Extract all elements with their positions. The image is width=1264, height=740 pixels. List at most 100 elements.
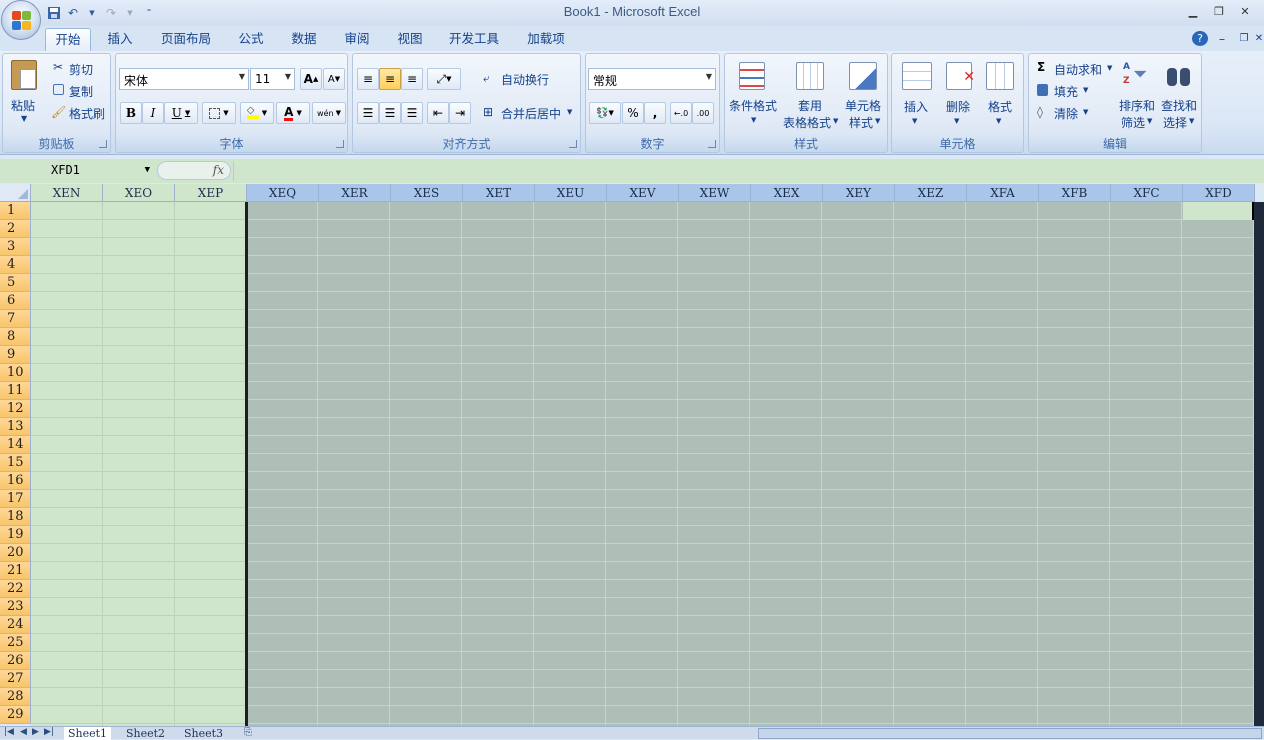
select-all-button[interactable] [0, 184, 31, 202]
conditional-format-button[interactable]: 条件格式 [729, 97, 777, 114]
vertical-scrollbar[interactable] [1254, 202, 1264, 726]
ribbon-restore-icon[interactable]: ❐ [1236, 28, 1252, 51]
row-header-12[interactable]: 12 [0, 400, 31, 418]
help-icon[interactable]: ? [1192, 31, 1208, 46]
dropdown-icon[interactable]: ▼ [1107, 64, 1112, 72]
font-name-select[interactable]: 宋体 ▼ [119, 68, 249, 90]
row-header-16[interactable]: 16 [0, 472, 31, 490]
minimize-button[interactable]: ▁ [1182, 3, 1204, 19]
cell-styles-button[interactable]: 样式 [849, 114, 873, 131]
office-button[interactable] [1, 0, 41, 40]
column-header-xfd[interactable]: XFD [1183, 184, 1255, 202]
tab-formulas[interactable]: 公式 [229, 28, 273, 51]
column-header-xez[interactable]: XEZ [895, 184, 967, 202]
column-header-xet[interactable]: XET [463, 184, 535, 202]
format-table-button[interactable]: 表格格式 [783, 114, 831, 131]
autosum-button[interactable]: 自动求和 [1054, 61, 1102, 78]
row-header-21[interactable]: 21 [0, 562, 31, 580]
column-header-xfc[interactable]: XFC [1111, 184, 1183, 202]
tab-addins[interactable]: 加载项 [517, 28, 575, 51]
fill-button[interactable]: 填充 [1054, 83, 1078, 100]
sheet-tab-1[interactable]: Sheet1 [64, 727, 112, 740]
column-header-xfa[interactable]: XFA [967, 184, 1039, 202]
row-header-11[interactable]: 11 [0, 382, 31, 400]
font-size-select[interactable]: 11 ▼ [250, 68, 295, 90]
decrease-decimal-button[interactable]: .00 [692, 102, 714, 124]
align-left-button[interactable]: ☰ [357, 102, 379, 124]
selected-cell[interactable] [1183, 202, 1255, 220]
find-select-line1[interactable]: 查找和 [1161, 97, 1197, 114]
dropdown-icon[interactable]: ▼ [751, 116, 756, 124]
row-header-7[interactable]: 7 [0, 310, 31, 328]
row-header-9[interactable]: 9 [0, 346, 31, 364]
customize-icon[interactable]: ⁼ [141, 5, 157, 21]
dropdown-icon[interactable]: ▼ [145, 165, 150, 175]
sort-filter-line1[interactable]: 排序和 [1119, 97, 1155, 114]
ribbon-close-icon[interactable]: ✕ [1254, 28, 1264, 51]
align-top-button[interactable]: ≡ [357, 68, 379, 90]
tab-view[interactable]: 视图 [388, 28, 432, 51]
ribbon-minimize-icon[interactable]: – [1214, 28, 1230, 51]
grow-font-button[interactable]: A ▲ [300, 68, 322, 90]
sheet-tab-3[interactable]: Sheet3 [180, 727, 227, 740]
find-select-button[interactable]: 选择 [1163, 114, 1187, 131]
row-header-2[interactable]: 2 [0, 220, 31, 238]
row-header-15[interactable]: 15 [0, 454, 31, 472]
row-header-23[interactable]: 23 [0, 598, 31, 616]
format-table-line1[interactable]: 套用 [798, 97, 822, 114]
dropdown-icon[interactable]: ▼ [1189, 117, 1194, 125]
insert-sheet-icon[interactable]: ⎘ [244, 727, 252, 738]
insert-function-icon[interactable]: fx [213, 163, 224, 177]
comma-button[interactable]: , [644, 102, 666, 124]
cell-styles-line1[interactable]: 单元格 [845, 97, 881, 114]
next-sheet-icon[interactable]: ▶ [32, 727, 39, 737]
decrease-indent-button[interactable]: ⇤ [427, 102, 449, 124]
column-header-xes[interactable]: XES [391, 184, 463, 202]
format-cells-button[interactable]: 格式 [988, 98, 1012, 115]
row-header-27[interactable]: 27 [0, 670, 31, 688]
last-sheet-icon[interactable]: ▶| [44, 727, 54, 737]
font-color-button[interactable]: A ▼ [276, 102, 310, 124]
borders-button[interactable]: ▼ [202, 102, 236, 124]
dropdown-icon[interactable]: ▼ [1147, 117, 1152, 125]
prev-sheet-icon[interactable]: ◀ [20, 727, 27, 737]
row-header-3[interactable]: 3 [0, 238, 31, 256]
tab-home[interactable]: 开始 [45, 28, 91, 51]
copy-button[interactable]: 复制 [69, 83, 93, 100]
fill-color-button[interactable]: ◇ ▼ [240, 102, 274, 124]
dropdown-icon[interactable]: ▼ [1083, 86, 1088, 94]
dialog-launcher-icon[interactable] [336, 140, 344, 148]
paste-button[interactable]: 粘贴 [11, 97, 35, 114]
dropdown-icon[interactable]: ▼ [954, 117, 959, 125]
row-header-29[interactable]: 29 [0, 706, 31, 724]
formula-input[interactable] [233, 161, 1264, 181]
number-format-select[interactable]: 常规 ▼ [588, 68, 716, 90]
tab-review[interactable]: 审阅 [335, 28, 379, 51]
frozen-cells-area[interactable] [31, 202, 246, 726]
column-header-xey[interactable]: XEY [823, 184, 895, 202]
first-sheet-icon[interactable]: |◀ [4, 727, 14, 737]
row-header-20[interactable]: 20 [0, 544, 31, 562]
dialog-launcher-icon[interactable] [569, 140, 577, 148]
cells-area[interactable] [246, 202, 1256, 726]
dialog-launcher-icon[interactable] [708, 140, 716, 148]
column-header-xfb[interactable]: XFB [1039, 184, 1111, 202]
merge-center-button[interactable]: 合并后居中 [501, 105, 561, 122]
shrink-font-button[interactable]: A ▼ [323, 68, 345, 90]
row-header-17[interactable]: 17 [0, 490, 31, 508]
column-header-xeo[interactable]: XEO [103, 184, 175, 202]
row-header-13[interactable]: 13 [0, 418, 31, 436]
column-header-xeu[interactable]: XEU [535, 184, 607, 202]
redo-icon[interactable]: ↷ [103, 5, 119, 21]
italic-button[interactable]: I [142, 102, 164, 124]
row-header-25[interactable]: 25 [0, 634, 31, 652]
row-header-10[interactable]: 10 [0, 364, 31, 382]
wrap-text-button[interactable]: 自动换行 [501, 71, 549, 88]
insert-cells-button[interactable]: 插入 [904, 98, 928, 115]
increase-indent-button[interactable]: ⇥ [449, 102, 471, 124]
align-center-button[interactable]: ☰ [379, 102, 401, 124]
row-header-18[interactable]: 18 [0, 508, 31, 526]
currency-button[interactable]: 💱 ▼ [589, 102, 621, 124]
row-header-6[interactable]: 6 [0, 292, 31, 310]
column-header-xep[interactable]: XEP [175, 184, 247, 202]
